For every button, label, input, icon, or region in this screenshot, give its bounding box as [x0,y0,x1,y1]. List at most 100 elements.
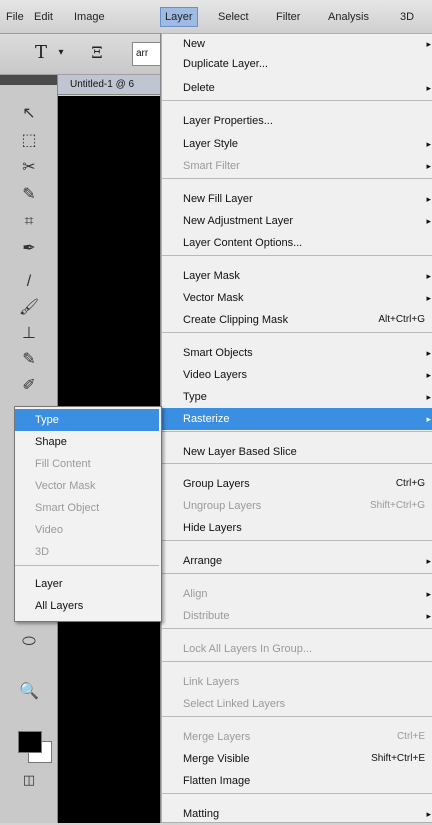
layer-menu-item[interactable]: New Fill Layer ▸ [161,188,432,210]
menu-item-label: Layer Style [183,138,239,150]
menu-item-label: Delete [183,82,215,94]
foreground-color-swatch[interactable] [18,731,42,753]
menu-item-shortcut: Ctrl+E [396,731,425,742]
submenu-arrow-icon: ▸ [426,414,431,424]
lasso-tool-icon[interactable]: ✂ [16,157,42,179]
layer-menu-item[interactable]: Merge Visible Shift+Ctrl+E [161,748,432,770]
submenu-arrow-icon: ▸ [426,216,431,226]
submenu-arrow-icon: ▸ [426,271,431,281]
menu-image[interactable]: Image [70,8,109,26]
menu-item-label: Arrange [183,555,223,567]
quick-select-icon[interactable]: ✎ [16,184,42,206]
font-family-field[interactable]: arr [132,42,163,66]
menu-item-label: Align [183,588,208,600]
layer-menu-item: Link Layers [161,671,432,693]
menu-separator [161,540,432,541]
submenu-arrow-icon: ▸ [426,809,431,819]
menu-edit[interactable]: Edit [30,8,57,26]
layer-menu-item: Ungroup Layers Shift+Ctrl+G [161,495,432,517]
menu-3d[interactable]: 3D [396,8,418,26]
rasterize-submenu-item[interactable]: Type [15,409,159,431]
layer-menu-item[interactable]: Smart Objects ▸ [161,342,432,364]
layer-menu-item[interactable]: Create Clipping Mask Alt+Ctrl+G [161,309,432,331]
menu-select[interactable]: Select [214,8,253,26]
layer-menu-item[interactable]: Layer Properties... [161,110,432,132]
shape-tool-icon[interactable]: ⬭ [16,631,42,653]
menu-item-shortcut: Alt+Ctrl+G [378,314,425,325]
layer-menu-item[interactable]: Rasterize ▸ [161,408,432,430]
clone-stamp-icon[interactable]: ⊥ [16,323,42,345]
submenu-arrow-icon: ▸ [426,39,431,49]
submenu-arrow-icon: ▸ [426,83,431,93]
toolbox-header [0,75,57,85]
layer-menu-item[interactable]: Layer Content Options... [161,232,432,254]
layer-menu-item: Align ▸ [161,583,432,605]
menu-item-label: Layer Content Options... [183,237,303,249]
layer-menu-item[interactable]: Video Layers ▸ [161,364,432,386]
layer-menu-item[interactable]: New Adjustment Layer ▸ [161,210,432,232]
rasterize-submenu-item: Vector Mask [15,475,159,497]
eyedropper-icon[interactable]: ✒ [16,238,42,260]
layer-menu-item: Select Linked Layers [161,693,432,715]
rasterize-submenu-item[interactable]: All Layers [15,595,159,617]
layer-menu-item[interactable]: Group Layers Ctrl+G [161,473,432,495]
layer-menu-item[interactable]: Matting ▸ [161,803,432,825]
menu-item-label: Rasterize [183,413,230,425]
menu-item-label: Type [183,391,207,403]
menu-item-label: Hide Layers [183,522,242,534]
submenu-arrow-icon: ▸ [426,139,431,149]
menu-item-label: 3D [35,546,50,558]
menu-item-label: New Fill Layer [183,193,253,205]
menu-item-label: Layer Properties... [183,115,273,127]
layer-menu-item[interactable]: Layer Style ▸ [161,133,432,155]
layer-menu-item: Distribute ▸ [161,605,432,627]
layer-menu-item[interactable]: Type ▸ [161,386,432,408]
marquee-tool-icon[interactable]: ⬚ [16,130,42,152]
menu-file[interactable]: File [2,8,28,26]
zoom-tool-icon[interactable]: 🔍 [16,681,42,703]
rasterize-submenu-item: 3D [15,541,159,563]
menu-item-label: New Adjustment Layer [183,215,294,227]
menu-separator [161,793,432,794]
quick-mask-icon[interactable]: ◫ [16,769,42,791]
menu-layer[interactable]: Layer [160,7,198,27]
healing-brush-icon[interactable]: / [16,271,42,293]
eraser-tool-icon[interactable]: ✐ [16,375,42,397]
move-tool-icon[interactable]: ↖ [16,103,42,125]
layer-menu-item[interactable]: Flatten Image [161,770,432,792]
options-bar: T ▾ Ξ arr [0,34,163,75]
menu-item-label: Select Linked Layers [183,698,286,710]
document-tab[interactable]: Untitled-1 @ 6 [58,75,160,95]
submenu-arrow-icon: ▸ [426,293,431,303]
menu-item-shortcut: Shift+Ctrl+E [371,753,425,764]
layer-menu-item[interactable]: Delete ▸ [161,77,432,99]
menu-analysis[interactable]: Analysis [324,8,373,26]
rasterize-submenu-item[interactable]: Layer [15,573,159,595]
history-brush-icon[interactable]: ✎ [16,349,42,371]
submenu-arrow-icon: ▸ [426,589,431,599]
rasterize-submenu: Type Shape Fill Content Vector Mask Smart Ob… [14,406,162,622]
menu-separator [161,431,432,432]
menu-item-label: Smart Objects [183,347,253,359]
menu-item-label: Smart Object [35,502,100,514]
type-tool-icon[interactable]: T [30,41,52,65]
menu-separator [161,573,432,574]
rasterize-submenu-item[interactable]: Shape [15,431,159,453]
menu-item-label: Create Clipping Mask [183,314,289,326]
menu-filter[interactable]: Filter [272,8,304,26]
rasterize-submenu-item: Fill Content [15,453,159,475]
menu-item-label: All Layers [35,600,84,612]
layer-menu-item[interactable]: New Layer Based Slice [161,441,432,463]
layer-menu-item[interactable]: Hide Layers [161,517,432,539]
layer-menu-item[interactable]: Layer Mask ▸ [161,265,432,287]
layer-menu: New ▸ Duplicate Layer... Delete ▸ Layer Prope… [160,33,432,823]
layer-menu-item[interactable]: Duplicate Layer... [161,53,432,75]
chevron-down-icon[interactable]: ▾ [56,41,66,65]
layer-menu-item[interactable]: Vector Mask ▸ [161,287,432,309]
text-orientation-icon[interactable]: Ξ [86,41,108,65]
menu-item-label: Link Layers [183,676,240,688]
layer-menu-item[interactable]: New ▸ [161,33,432,55]
crop-tool-icon[interactable]: ⌗ [16,211,42,233]
layer-menu-item[interactable]: Arrange ▸ [161,550,432,572]
brush-tool-icon[interactable]: 🖌 [16,297,42,319]
